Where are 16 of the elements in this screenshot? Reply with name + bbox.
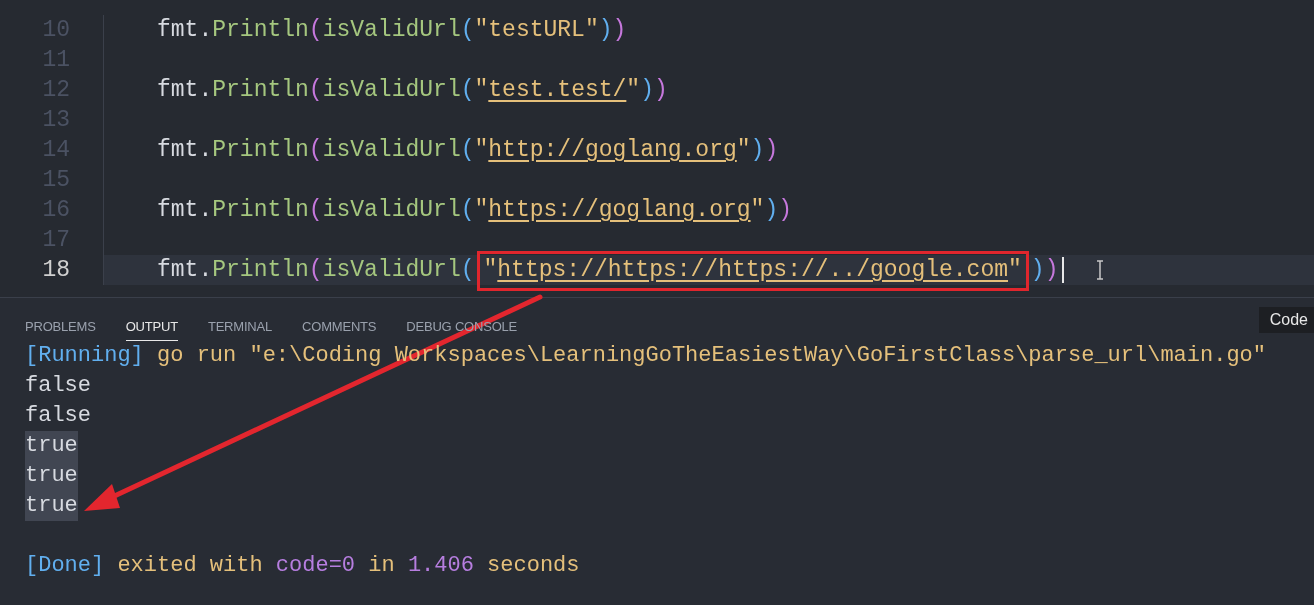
code-line: fmt.Println(isValidUrl("http://goglang.org")) bbox=[157, 136, 779, 165]
text-cursor bbox=[1062, 257, 1065, 283]
mouse-pointer-icon bbox=[1096, 260, 1105, 280]
code-line: fmt.Println(isValidUrl("test.test/")) bbox=[157, 76, 668, 105]
output-line: false bbox=[25, 372, 91, 400]
line-number: 18 bbox=[41, 256, 70, 285]
code-line: fmt.Println(isValidUrl("testURL")) bbox=[157, 16, 627, 45]
panel-tab[interactable]: OUTPUT bbox=[125, 319, 178, 341]
output-line: false bbox=[25, 402, 91, 430]
tooltip: Code bbox=[1258, 307, 1314, 333]
output-line: [Done] exited with code=0 in 1.406 seconds bbox=[25, 552, 580, 580]
code-line: fmt.Println(isValidUrl("https://goglang.org")) bbox=[157, 196, 792, 225]
panel-tab[interactable]: PROBLEMS bbox=[25, 319, 96, 341]
panel-tab[interactable]: TERMINAL bbox=[207, 319, 273, 341]
code-line: fmt.Println(isValidUrl( "https://https://https://../google.com" )) bbox=[157, 255, 1059, 285]
panel-tab[interactable]: COMMENTS bbox=[302, 319, 377, 341]
